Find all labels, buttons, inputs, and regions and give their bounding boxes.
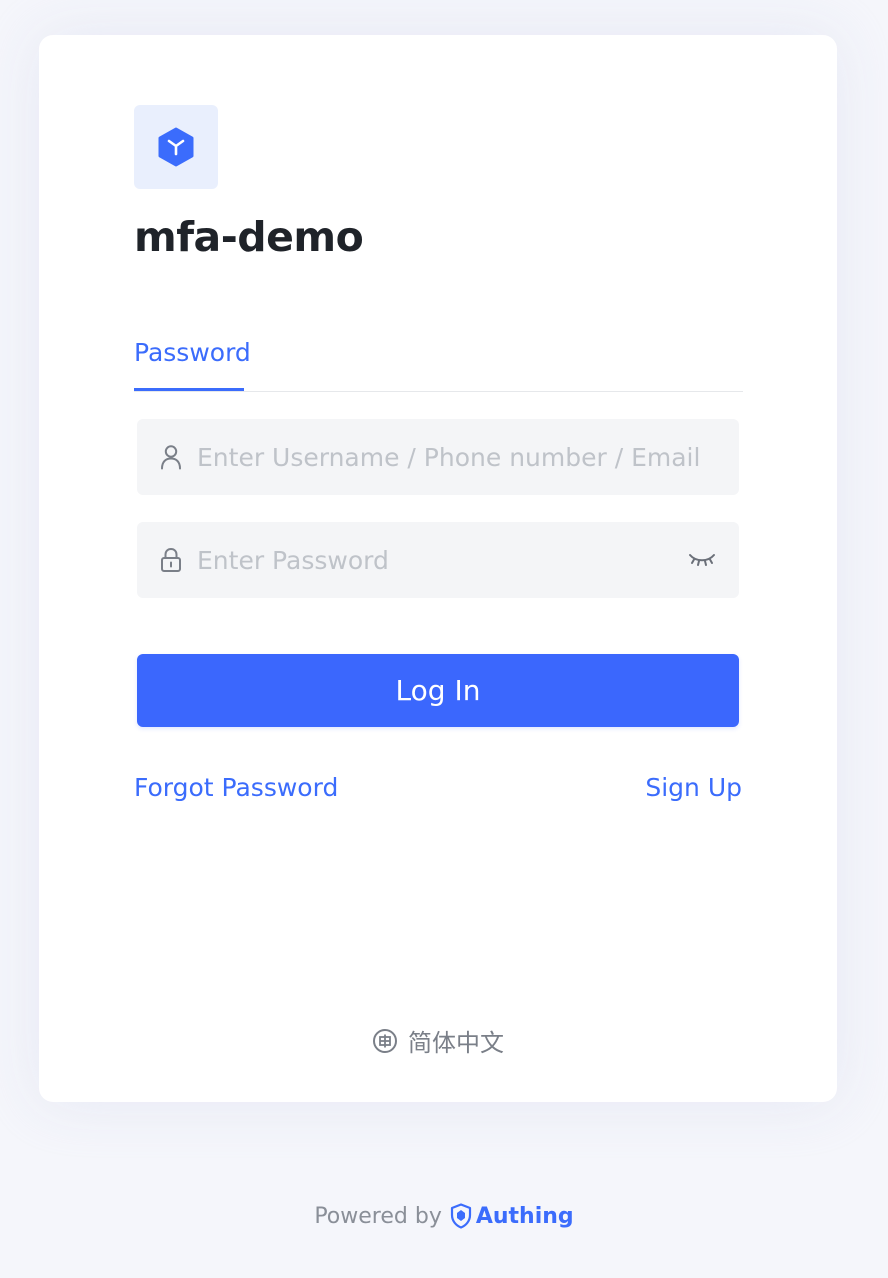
user-icon — [159, 443, 183, 471]
sign-up-link[interactable]: Sign Up — [645, 770, 742, 806]
powered-by-text: Powered by — [314, 1203, 442, 1229]
login-button[interactable]: Log In — [137, 654, 739, 727]
cube-icon — [158, 127, 194, 167]
app-title: mfa-demo — [134, 213, 364, 261]
authing-shield-icon — [450, 1203, 471, 1229]
forgot-password-link[interactable]: Forgot Password — [134, 770, 338, 806]
language-switcher[interactable]: 简体中文 — [39, 1023, 837, 1058]
app-logo — [134, 105, 218, 189]
login-method-tabs: Password — [134, 335, 743, 392]
language-icon — [372, 1028, 398, 1054]
authing-brand-link[interactable]: Authing — [450, 1203, 574, 1229]
powered-by-footer: Powered by Authing — [0, 1203, 888, 1229]
username-field — [137, 419, 739, 495]
password-field — [137, 522, 739, 598]
login-card: mfa-demo Password Enter Username / Phone… — [39, 35, 837, 1102]
authing-brand-label: Authing — [475, 1203, 574, 1229]
login-page: mfa-demo Password Enter Username / Phone… — [0, 0, 888, 1278]
eye-closed-icon[interactable] — [687, 548, 717, 572]
lock-icon — [159, 546, 183, 574]
language-label: 简体中文 — [408, 1029, 504, 1057]
password-input[interactable] — [197, 530, 687, 590]
tab-password[interactable]: Password — [134, 335, 251, 391]
username-input[interactable] — [197, 427, 739, 487]
